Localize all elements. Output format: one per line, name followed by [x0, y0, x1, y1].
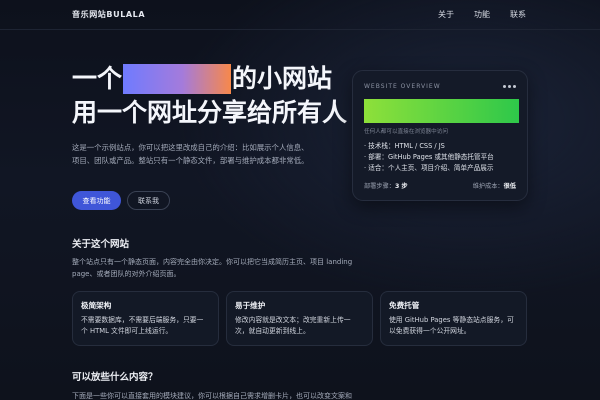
- nav-link-about[interactable]: 关于: [438, 9, 454, 20]
- progress-bar: [364, 99, 519, 123]
- feature-text: 修改内容就是改文本；改完重新上传一次，就自动更新到线上。: [235, 316, 351, 335]
- card-label: WEBSITE OVERVIEW: [364, 82, 441, 90]
- overview-list: · 技术栈：HTML / CSS / JS · 部署：GitHub Pages …: [364, 141, 516, 174]
- website-overview-card: WEBSITE OVERVIEW 任何人都可以直接在浏览器中访问 · 技术栈：H…: [352, 70, 528, 201]
- feature-title: 易于维护: [235, 301, 266, 310]
- top-nav: 音乐网站BULALA 关于 功能 联系: [0, 0, 600, 30]
- content-section-title: 可以放些什么内容？: [72, 372, 158, 383]
- nav-links: 关于 功能 联系: [438, 9, 526, 20]
- list-item: · 技术栈：HTML / CSS / JS: [364, 142, 445, 150]
- deploy-steps-stat: 部署步骤：3 步: [364, 183, 408, 190]
- feature-text: 不需要数据库，不需要后端服务，只要一个 HTML 文件即可上线运行。: [81, 316, 204, 335]
- card-footer: 部署步骤：3 步 维护成本：很低: [364, 181, 516, 190]
- progress-caption: 任何人都可以直接在浏览器中访问: [364, 129, 448, 135]
- about-section-description: 整个站点只有一个静态页面，内容完全由你决定。你可以把它当成简历主页、项目 lan…: [72, 258, 353, 278]
- maintenance-cost-stat: 维护成本：很低: [472, 183, 516, 190]
- hero-description: 这是一个示例站点，你可以把这里改成自己的介绍：比如展示个人信息、项目、团队或产品…: [72, 143, 309, 165]
- progress-bar-fill: [364, 99, 519, 123]
- content-section-description: 下面是一些你可以直接套用的模块建议，你可以根据自己需求增删卡片，也可以改变文案和: [72, 392, 352, 400]
- feature-title: 极简架构: [81, 301, 112, 310]
- hero-title-suffix: 的小网站: [232, 64, 333, 93]
- hero-title-line1: 一个 的小网站: [72, 64, 333, 94]
- feature-card-hosting: 免费托管 使用 GitHub Pages 等静态站点服务，可以免费获得一个公开网…: [380, 291, 527, 346]
- hero-title-prefix: 一个: [72, 64, 123, 93]
- about-section-title: 关于这个网站: [72, 239, 130, 250]
- nav-link-features[interactable]: 功能: [474, 9, 490, 20]
- view-features-button[interactable]: 查看功能: [72, 191, 121, 210]
- feature-card-maintenance: 易于维护 修改内容就是改文本；改完重新上传一次，就自动更新到线上。: [226, 291, 373, 346]
- feature-card-minimal: 极简架构 不需要数据库，不需要后端服务，只要一个 HTML 文件即可上线运行。: [72, 291, 219, 346]
- feature-text: 使用 GitHub Pages 等静态站点服务，可以免费获得一个公开网址。: [389, 316, 514, 335]
- hero-highlight-block: [123, 64, 232, 94]
- list-item: · 部署：GitHub Pages 或其他静态托管平台: [364, 153, 494, 161]
- hero-title: 一个 的小网站 用一个网址分享给所有人: [72, 62, 352, 130]
- more-options-icon[interactable]: [503, 84, 516, 88]
- feature-title: 免费托管: [389, 301, 420, 310]
- nav-link-contact[interactable]: 联系: [510, 9, 526, 20]
- contact-me-button[interactable]: 联系我: [127, 191, 170, 210]
- brand-logo-text[interactable]: 音乐网站BULALA: [72, 9, 145, 20]
- hero-title-line2: 用一个网址分享给所有人: [72, 98, 348, 127]
- list-item: · 适合：个人主页、项目介绍、简单产品展示: [364, 164, 494, 172]
